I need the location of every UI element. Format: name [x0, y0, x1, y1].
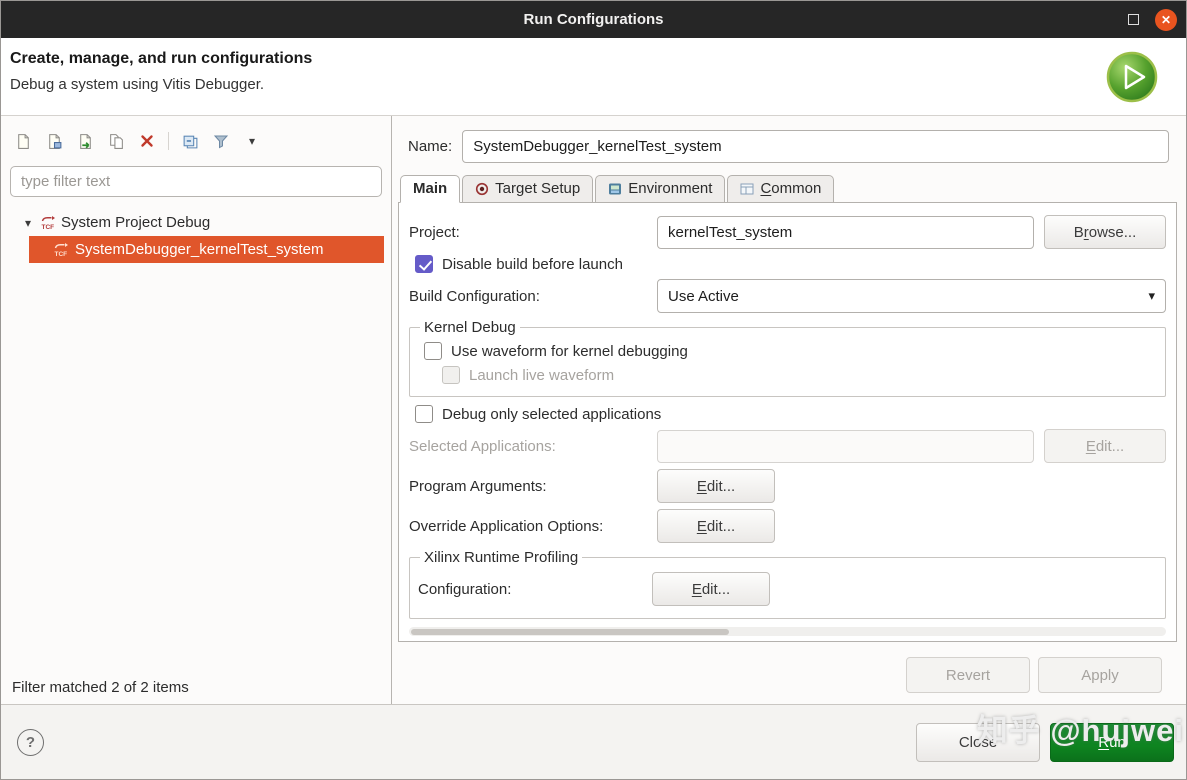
tab-common[interactable]: Common [727, 175, 834, 203]
project-label: Project: [409, 224, 647, 241]
combo-caret-icon: ▾ [1148, 288, 1155, 304]
maximize-icon[interactable] [1128, 14, 1139, 25]
selected-applications-edit-button: Edit... [1044, 429, 1166, 463]
checkbox-icon [415, 405, 433, 423]
tab-main[interactable]: Main [400, 175, 460, 203]
program-arguments-label: Program Arguments: [409, 478, 647, 495]
scrollbar-thumb[interactable] [411, 629, 729, 635]
name-label: Name: [408, 138, 452, 155]
tab-content-main: Project: Browse... Disable build before … [398, 202, 1177, 642]
titlebar: Run Configurations ✕ [1, 1, 1186, 38]
override-options-edit-button[interactable]: Edit... [657, 509, 775, 543]
target-setup-icon [475, 182, 489, 196]
toolbar-separator [168, 132, 169, 150]
build-configuration-select[interactable]: Use Active ▾ [657, 279, 1166, 313]
dialog-header: Create, manage, and run configurations D… [1, 38, 1186, 116]
configuration-editor: Name: Main Target Setup Environ [392, 116, 1186, 706]
kernel-debug-group-title: Kernel Debug [420, 319, 520, 336]
close-window-icon[interactable]: ✕ [1155, 9, 1177, 31]
sidebar-toolbar: ▾ [1, 116, 391, 160]
kernel-debug-group: Kernel Debug Use waveform for kernel deb… [409, 319, 1166, 397]
checkbox-disabled-icon [442, 366, 460, 384]
program-arguments-edit-button[interactable]: Edit... [657, 469, 775, 503]
tree-item-label: SystemDebugger_kernelTest_system [75, 241, 323, 258]
environment-icon [608, 182, 622, 196]
run-button[interactable]: Run [1050, 723, 1174, 762]
svg-text:TCF: TCF [55, 251, 68, 258]
configurations-sidebar: ▾ ▾ TCF System Project Debug TCF SystemD… [1, 116, 392, 706]
config-tree: ▾ TCF System Project Debug TCF SystemDeb… [1, 201, 391, 706]
revert-button[interactable]: Revert [906, 657, 1030, 693]
collapse-all-icon[interactable] [180, 131, 200, 151]
expander-icon[interactable]: ▾ [21, 216, 35, 230]
filter-status: Filter matched 2 of 2 items [12, 679, 189, 696]
launch-live-waveform-checkbox: Launch live waveform [442, 366, 614, 384]
filter-menu-caret-icon[interactable]: ▾ [242, 131, 262, 151]
profiling-configuration-edit-button[interactable]: Edit... [652, 572, 770, 606]
selected-applications-label: Selected Applications: [409, 438, 647, 455]
tab-bar: Main Target Setup Environment [398, 175, 1186, 203]
horizontal-scrollbar[interactable] [409, 627, 1166, 636]
tab-target-setup[interactable]: Target Setup [462, 175, 593, 203]
filter-icon[interactable] [211, 131, 231, 151]
dialog-subtitle: Debug a system using Vitis Debugger. [10, 76, 1186, 93]
configuration-label: Configuration: [418, 581, 642, 598]
dialog-body: ▾ ▾ TCF System Project Debug TCF SystemD… [1, 116, 1186, 706]
close-button[interactable]: Close [916, 723, 1040, 762]
window-title: Run Configurations [524, 11, 664, 28]
export-config-icon[interactable] [75, 131, 95, 151]
debug-only-selected-checkbox[interactable]: Debug only selected applications [415, 405, 661, 423]
tree-item-systemdebugger-kerneltest[interactable]: TCF SystemDebugger_kernelTest_system [29, 236, 384, 263]
checkbox-checked-icon [415, 255, 433, 273]
build-configuration-label: Build Configuration: [409, 288, 647, 305]
help-icon[interactable]: ? [17, 729, 44, 756]
apply-button[interactable]: Apply [1038, 657, 1162, 693]
tab-environment[interactable]: Environment [595, 175, 725, 203]
disable-build-checkbox[interactable]: Disable build before launch [415, 255, 623, 273]
dialog-heading: Create, manage, and run configurations [10, 50, 1186, 68]
tcf-debug-icon: TCF [53, 242, 69, 258]
xilinx-group-title: Xilinx Runtime Profiling [420, 549, 582, 566]
common-icon [740, 182, 754, 196]
tree-item-system-project-debug[interactable]: ▾ TCF System Project Debug [1, 209, 391, 236]
selected-applications-input [657, 430, 1034, 463]
checkbox-icon [424, 342, 442, 360]
override-application-options-label: Override Application Options: [409, 518, 647, 535]
browse-button[interactable]: Browse... [1044, 215, 1166, 249]
tcf-debug-icon: TCF [40, 215, 56, 231]
run-configurations-dialog: Run Configurations ✕ Create, manage, and… [0, 0, 1187, 780]
new-config-icon[interactable] [13, 131, 33, 151]
new-prototype-icon[interactable] [44, 131, 64, 151]
use-waveform-checkbox[interactable]: Use waveform for kernel debugging [424, 342, 688, 360]
project-input[interactable] [657, 216, 1034, 249]
svg-text:TCF: TCF [42, 224, 55, 231]
name-input[interactable] [462, 130, 1169, 163]
xilinx-runtime-profiling-group: Xilinx Runtime Profiling Configuration: … [409, 549, 1166, 619]
dialog-footer: ? Close Run [1, 704, 1186, 779]
tree-item-label: System Project Debug [61, 214, 210, 231]
duplicate-config-icon[interactable] [106, 131, 126, 151]
filter-input[interactable] [10, 166, 382, 197]
delete-config-icon[interactable] [137, 131, 157, 151]
run-logo-icon [1106, 51, 1158, 103]
